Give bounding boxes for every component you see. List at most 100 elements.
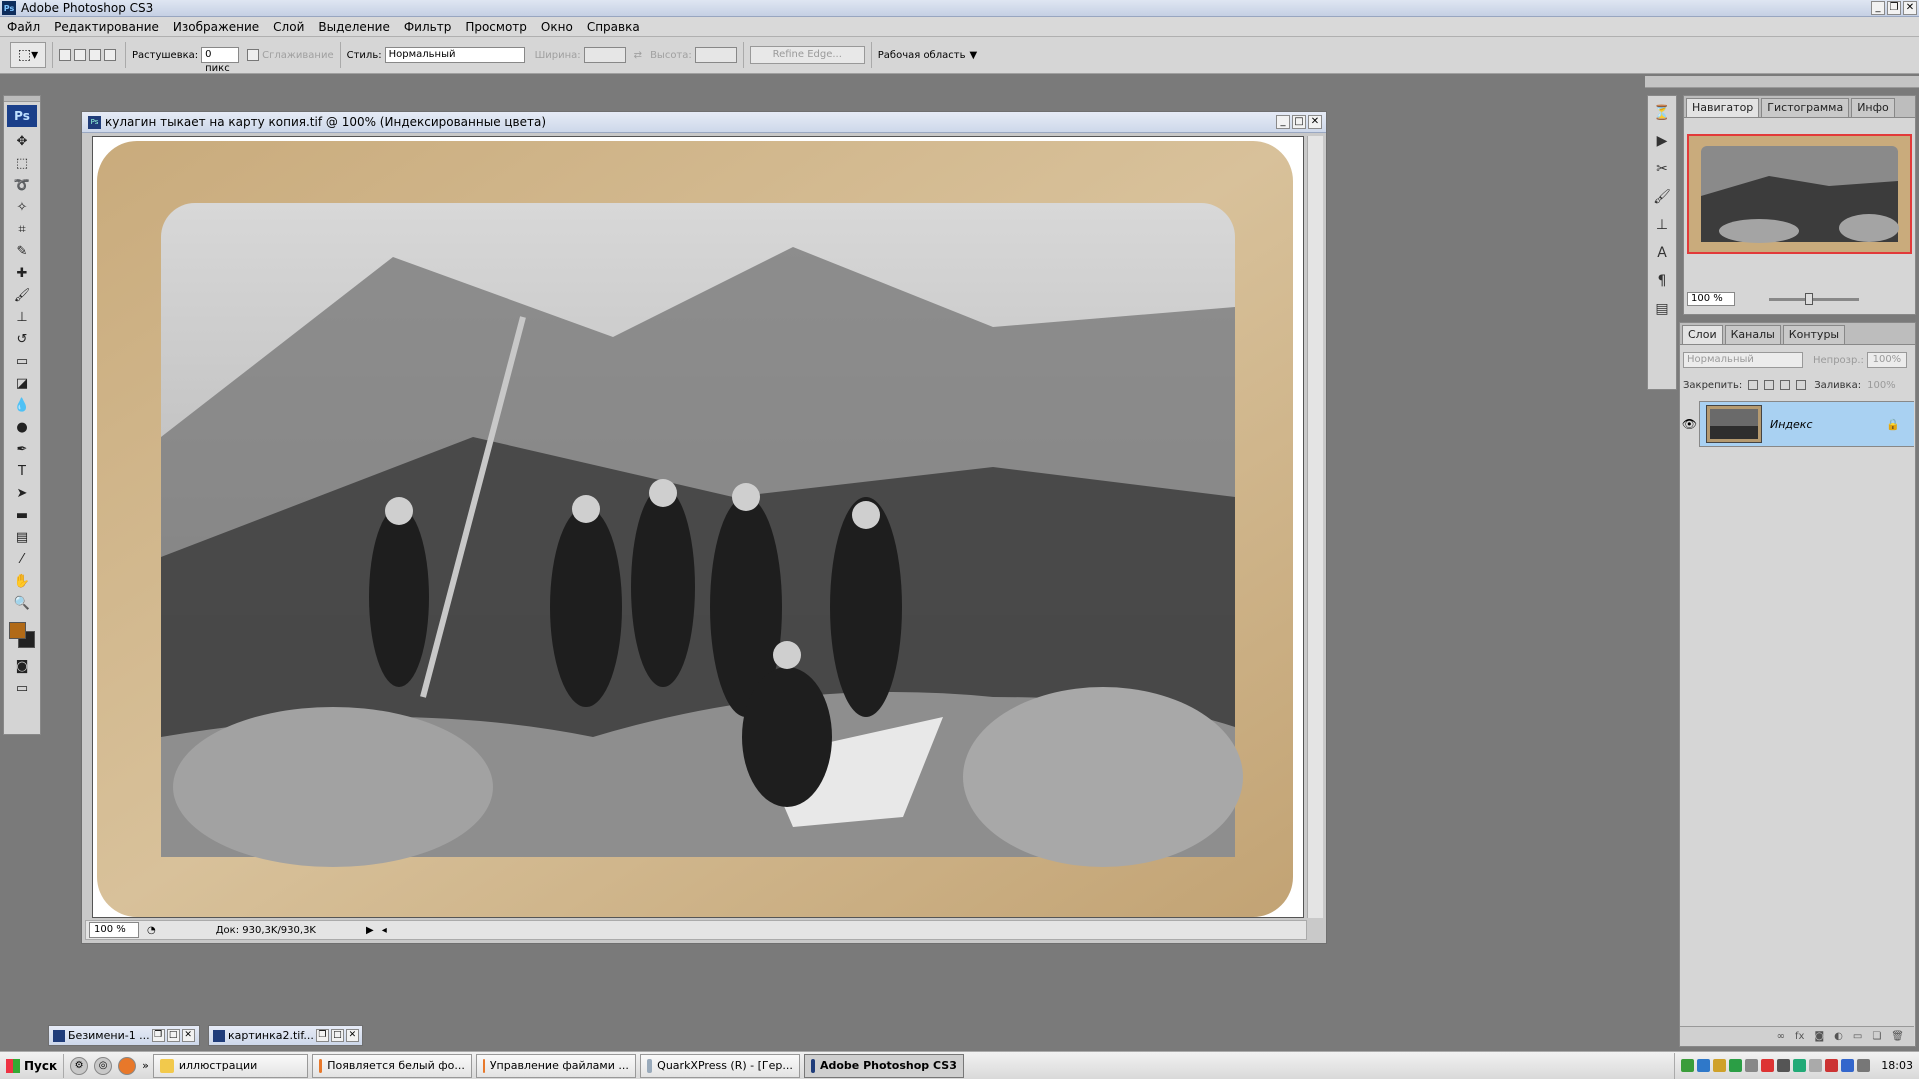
tab-info[interactable]: Инфо bbox=[1851, 98, 1895, 117]
foreground-color-swatch[interactable] bbox=[9, 622, 26, 639]
lock-position-icon[interactable] bbox=[1780, 380, 1791, 390]
eraser-tool-icon[interactable]: ▭ bbox=[9, 351, 35, 372]
swap-icon[interactable]: ⇄ bbox=[634, 50, 642, 61]
quick-mask-icon[interactable]: ◙ bbox=[9, 656, 35, 677]
brush-tool-icon[interactable]: 🖌 bbox=[9, 285, 35, 306]
clone-source-icon[interactable]: ⊥ bbox=[1651, 214, 1673, 236]
image-canvas[interactable] bbox=[92, 136, 1304, 918]
maximize-icon[interactable]: □ bbox=[166, 1029, 180, 1042]
minimized-doc-2[interactable]: картинка2.tif... ❐ □ ✕ bbox=[208, 1025, 363, 1046]
document-title-bar[interactable]: Ps кулагин тыкает на карту копия.tif @ 1… bbox=[82, 112, 1326, 133]
height-input[interactable] bbox=[694, 47, 737, 63]
paragraph-panel-icon[interactable]: ¶ bbox=[1651, 270, 1673, 292]
doc-close-button[interactable]: ✕ bbox=[1308, 115, 1322, 129]
tool-presets-icon[interactable]: ✂ bbox=[1651, 158, 1673, 180]
shape-tool-icon[interactable]: ▬ bbox=[9, 505, 35, 526]
clone-stamp-icon[interactable]: ⊥ bbox=[9, 307, 35, 328]
style-select[interactable]: Нормальный bbox=[384, 47, 525, 63]
task-photoshop[interactable]: Adobe Photoshop CS3 bbox=[803, 1053, 964, 1078]
task-firefox-2[interactable]: Управление файлами ... bbox=[475, 1053, 636, 1078]
minimized-doc-1[interactable]: Безимени-1 ... ❐ □ ✕ bbox=[48, 1025, 200, 1046]
add-selection-icon[interactable] bbox=[74, 49, 86, 61]
clock[interactable]: 18:03 bbox=[1881, 1059, 1913, 1072]
blend-mode-select[interactable]: Нормальный bbox=[1683, 352, 1803, 368]
zoom-tool-icon[interactable]: 🔍 bbox=[9, 593, 35, 614]
path-selection-icon[interactable]: ➤ bbox=[9, 483, 35, 504]
feather-input[interactable]: 0 пикс bbox=[201, 47, 240, 74]
visibility-eye-icon[interactable]: 👁 bbox=[1680, 401, 1700, 447]
lasso-tool-icon[interactable]: ➰ bbox=[9, 175, 35, 196]
lock-transparency-icon[interactable] bbox=[1748, 380, 1759, 390]
lock-pixels-icon[interactable] bbox=[1764, 380, 1775, 390]
paint-bucket-icon[interactable]: ◪ bbox=[9, 373, 35, 394]
toolbox-grip[interactable] bbox=[4, 96, 40, 102]
tab-layers[interactable]: Слои bbox=[1682, 325, 1723, 344]
tab-paths[interactable]: Контуры bbox=[1782, 325, 1846, 344]
new-layer-icon[interactable]: ❏ bbox=[1872, 1031, 1881, 1042]
tray-icon-6[interactable] bbox=[1761, 1059, 1775, 1072]
zoom-field[interactable]: 100 % bbox=[89, 922, 139, 938]
minimize-button[interactable]: _ bbox=[1871, 1, 1885, 15]
workspace-dropdown-icon[interactable]: ▼ bbox=[969, 50, 977, 61]
lock-all-icon[interactable] bbox=[1796, 380, 1807, 390]
adjustment-layer-icon[interactable]: ◐ bbox=[1834, 1031, 1843, 1042]
firefox-quicklaunch-icon[interactable] bbox=[118, 1056, 137, 1075]
healing-brush-icon[interactable]: ✚ bbox=[9, 263, 35, 284]
menu-file[interactable]: Файл bbox=[0, 20, 47, 34]
tool-preset-picker[interactable]: ⬚ ▾ bbox=[10, 42, 46, 68]
restore-icon[interactable]: ❐ bbox=[315, 1029, 329, 1042]
task-quarkxpress[interactable]: QuarkXPress (R) - [Гер... bbox=[639, 1053, 800, 1078]
task-firefox-1[interactable]: Появляется белый фо... bbox=[311, 1053, 472, 1078]
tray-icon-3[interactable] bbox=[1713, 1059, 1727, 1072]
refine-edge-button[interactable]: Refine Edge... bbox=[749, 46, 865, 64]
eyedropper-tool-icon[interactable]: ⁄ bbox=[9, 549, 35, 570]
layer-style-icon[interactable]: fx bbox=[1795, 1031, 1804, 1042]
menu-image[interactable]: Изображение bbox=[166, 20, 266, 34]
tab-navigator[interactable]: Навигатор bbox=[1686, 98, 1760, 117]
link-layers-icon[interactable]: ∞ bbox=[1777, 1031, 1785, 1042]
status-arrow-icon[interactable]: ▶ bbox=[366, 925, 374, 936]
tray-icon-4[interactable] bbox=[1729, 1059, 1743, 1072]
actions-panel-icon[interactable]: ▶ bbox=[1651, 130, 1673, 152]
workspace-button[interactable]: Рабочая область bbox=[878, 50, 966, 61]
vertical-scrollbar[interactable] bbox=[1307, 136, 1323, 918]
slider-knob[interactable] bbox=[1805, 292, 1813, 305]
screen-mode-icon[interactable]: ▭ bbox=[9, 678, 35, 699]
crop-tool-icon[interactable]: ⌗ bbox=[9, 219, 35, 240]
tray-icon-10[interactable] bbox=[1825, 1059, 1839, 1072]
menu-view[interactable]: Просмотр bbox=[458, 20, 534, 34]
volume-icon[interactable] bbox=[1857, 1059, 1871, 1072]
magic-wand-tool-icon[interactable]: ✧ bbox=[9, 197, 35, 218]
restore-button[interactable]: ❐ bbox=[1887, 1, 1901, 15]
menu-filter[interactable]: Фильтр bbox=[397, 20, 458, 34]
history-brush-icon[interactable]: ↺ bbox=[9, 329, 35, 350]
quicklaunch-icon-1[interactable]: ⚙ bbox=[70, 1056, 89, 1075]
tray-icon-11[interactable] bbox=[1841, 1059, 1855, 1072]
new-selection-icon[interactable] bbox=[59, 49, 71, 61]
ps-logo-icon[interactable]: Ps bbox=[7, 105, 37, 127]
scroll-left-icon[interactable]: ◂ bbox=[382, 925, 387, 936]
marquee-tool-icon[interactable]: ⬚ bbox=[9, 153, 35, 174]
tray-icon-2[interactable] bbox=[1697, 1059, 1711, 1072]
slice-tool-icon[interactable]: ✎ bbox=[9, 241, 35, 262]
tab-channels[interactable]: Каналы bbox=[1724, 325, 1781, 344]
navigator-zoom-field[interactable]: 100 % bbox=[1687, 292, 1735, 306]
menu-edit[interactable]: Редактирование bbox=[47, 20, 166, 34]
intersect-selection-icon[interactable] bbox=[104, 49, 116, 61]
close-button[interactable]: ✕ bbox=[1903, 1, 1917, 15]
character-panel-icon[interactable]: A bbox=[1651, 242, 1673, 264]
subtract-selection-icon[interactable] bbox=[89, 49, 101, 61]
task-explorer[interactable]: иллюстрации bbox=[152, 1053, 308, 1078]
tray-icon-7[interactable] bbox=[1777, 1059, 1791, 1072]
tray-icon-8[interactable] bbox=[1793, 1059, 1807, 1072]
new-group-icon[interactable]: ▭ bbox=[1853, 1031, 1862, 1042]
quicklaunch-more-icon[interactable]: » bbox=[142, 1059, 149, 1072]
close-icon[interactable]: ✕ bbox=[181, 1029, 195, 1042]
opacity-input[interactable]: 100% bbox=[1866, 352, 1907, 368]
doc-minimize-button[interactable]: _ bbox=[1276, 115, 1290, 129]
delete-layer-icon[interactable]: 🗑 bbox=[1891, 1031, 1904, 1042]
pen-tool-icon[interactable]: ✒ bbox=[9, 439, 35, 460]
menu-layer[interactable]: Слой bbox=[266, 20, 311, 34]
tray-icon-1[interactable] bbox=[1681, 1059, 1695, 1072]
dock-header[interactable] bbox=[1645, 76, 1919, 88]
